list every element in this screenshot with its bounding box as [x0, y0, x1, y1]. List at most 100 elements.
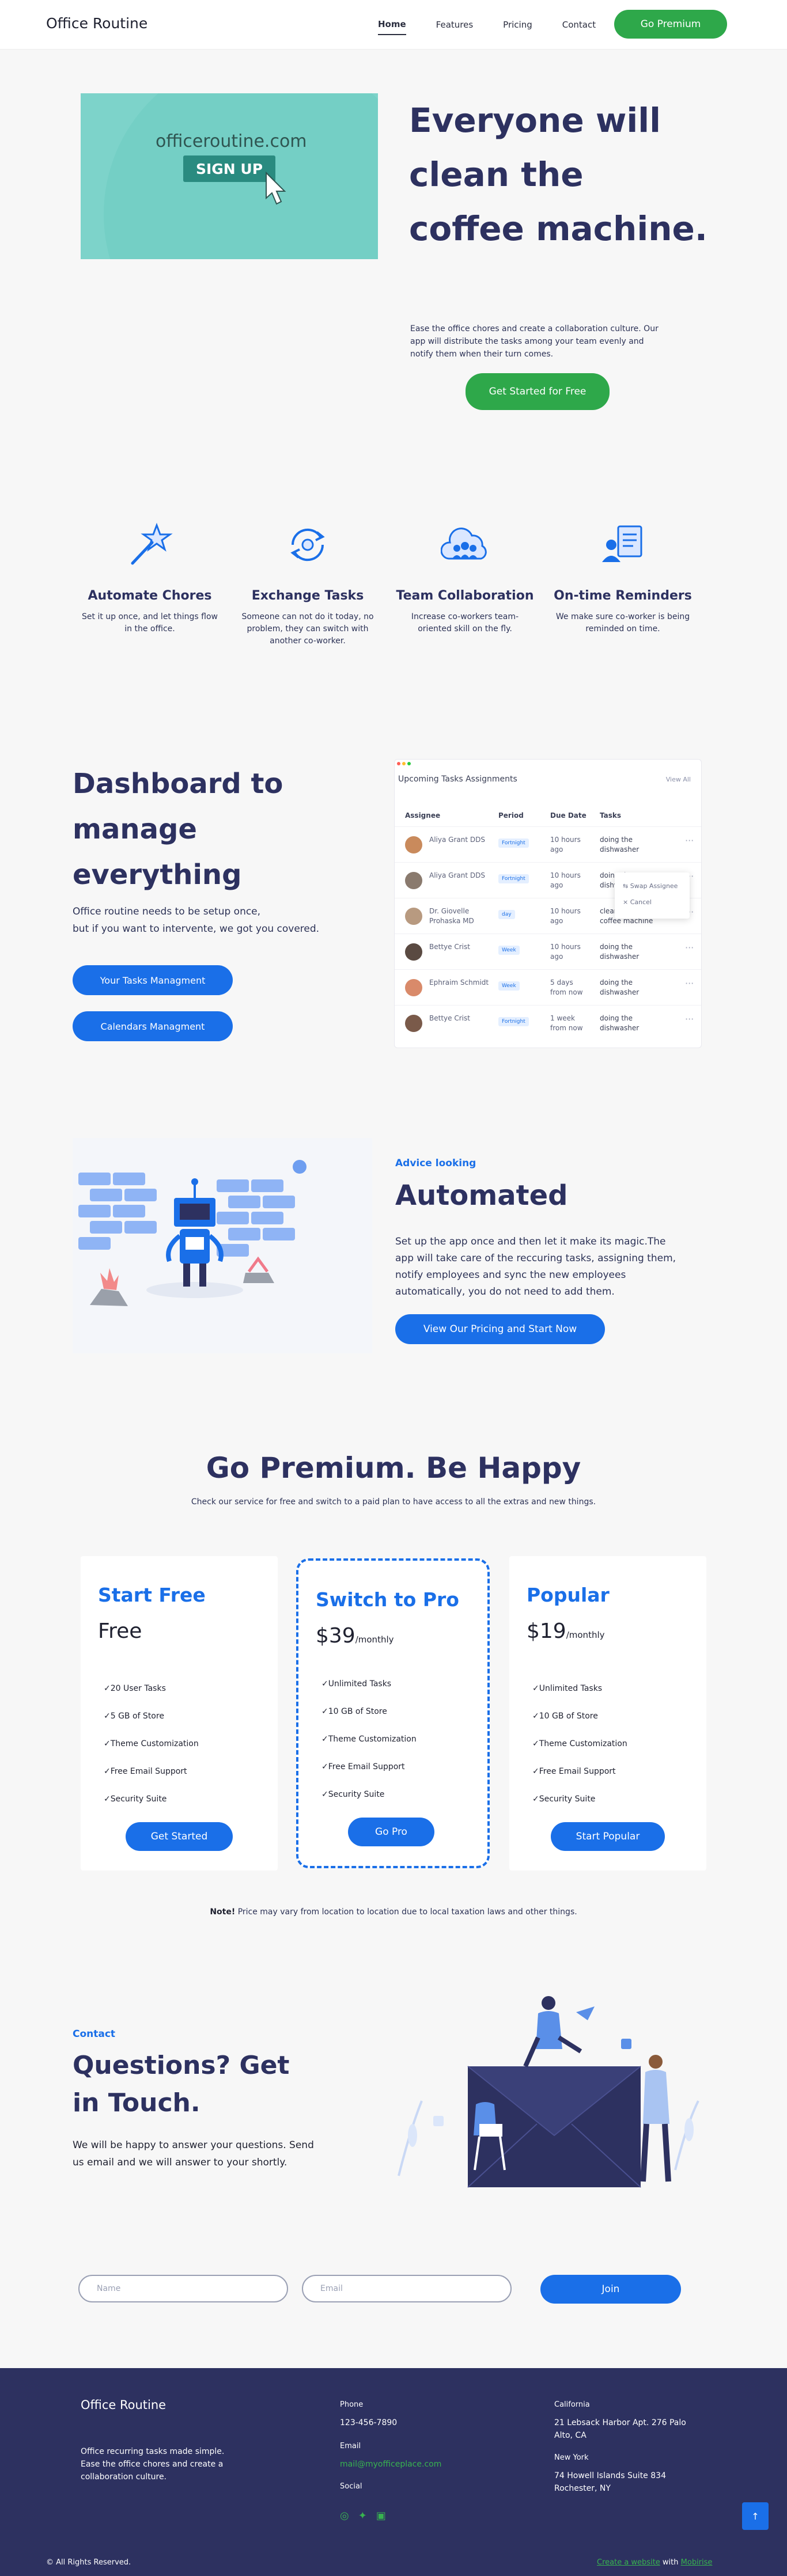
nav-pricing[interactable]: Pricing — [503, 15, 532, 35]
nav-home[interactable]: Home — [378, 14, 406, 35]
nav-contact[interactable]: Contact — [562, 15, 596, 35]
start-popular-button[interactable]: Start Popular — [551, 1822, 665, 1851]
period-badge: Fortnight — [498, 1017, 529, 1026]
logo[interactable]: Office Routine — [46, 15, 147, 32]
scroll-to-top-button[interactable]: ↑ — [742, 2502, 769, 2530]
go-premium-button[interactable]: Go Premium — [614, 10, 727, 39]
feature-exchange-tasks: Exchange Tasks Someone can not do it tod… — [239, 522, 377, 647]
pricing-note-label: Note! — [210, 1907, 236, 1917]
calendars-management-button[interactable]: Calendars Managment — [73, 1011, 233, 1041]
plan-name: Switch to Pro — [316, 1588, 459, 1611]
plan-card-popular: Popular $19/monthly ✓Unlimited Tasks ✓10… — [509, 1556, 706, 1871]
avatar — [405, 1015, 422, 1032]
avatar — [405, 836, 422, 853]
hero-image-url-text: officeroutine.com — [156, 131, 307, 151]
table-row[interactable]: Ephraim Schmidt Week 5 days from now doi… — [395, 969, 701, 1005]
plan-price-amount: $19 — [527, 1619, 566, 1643]
hero-image: officeroutine.com SIGN UP — [81, 93, 378, 259]
feature-title: On-time Reminders — [554, 589, 692, 603]
join-button[interactable]: Join — [540, 2275, 681, 2304]
get-started-free-button[interactable]: Get Started for Free — [466, 373, 610, 410]
email-link[interactable]: mail@myofficeplace.com — [340, 2458, 441, 2471]
nav-features[interactable]: Features — [436, 15, 474, 35]
linkedin-icon[interactable]: ▣ — [376, 2510, 386, 2522]
email-input[interactable]: Email — [302, 2275, 512, 2302]
plan-price: $39/monthly — [316, 1624, 394, 1648]
dashboard-description: Office routine needs to be setup once, b… — [73, 903, 338, 938]
more-icon[interactable]: ··· — [685, 1014, 694, 1025]
robot-illustration — [73, 1138, 372, 1353]
swap-assignee-menu-item[interactable]: ⇆ Swap Assignee — [615, 878, 690, 894]
footer-tagline: Office recurring tasks made simple. Ease… — [81, 2447, 225, 2482]
plan-price-amount: Free — [98, 1619, 142, 1643]
plan-feature: ✓Theme Customization — [532, 1739, 627, 1748]
plan-price-period: /monthly — [566, 1630, 605, 1640]
more-icon[interactable]: ··· — [685, 942, 694, 953]
team-cloud-icon — [441, 528, 487, 560]
task-name: doing the dishwasher — [600, 836, 640, 853]
view-pricing-button[interactable]: View Our Pricing and Start Now — [395, 1314, 605, 1344]
plan-feature: ✓Free Email Support — [532, 1767, 616, 1776]
menu-item-label: Cancel — [630, 898, 652, 906]
feature-text: We make sure co-worker is being reminded… — [555, 612, 690, 633]
plan-feature: ✓10 GB of Store — [321, 1707, 387, 1716]
footer-logo[interactable]: Office Routine — [81, 2398, 166, 2412]
contact-description: We will be happy to answer your question… — [73, 2139, 314, 2168]
due-date: 10 hours ago — [550, 871, 581, 889]
plan-card-free: Start Free Free ✓20 User Tasks ✓5 GB of … — [81, 1556, 278, 1871]
more-icon[interactable]: ··· — [685, 835, 694, 846]
pricing-title: Go Premium. Be Happy — [206, 1451, 581, 1485]
table-row[interactable]: Bettye Crist Week 10 hours ago doing the… — [395, 934, 701, 969]
column-header: Due Date — [550, 811, 587, 820]
site-header: Office Routine Home Features Pricing Con… — [0, 0, 787, 50]
plan-name: Popular — [527, 1584, 610, 1606]
view-all-link[interactable]: View All — [666, 776, 691, 783]
swap-icon: ⇆ — [623, 882, 629, 890]
plan-feature: ✓Unlimited Tasks — [532, 1684, 603, 1693]
feature-automate-chores: Automate Chores Set it up once, and let … — [81, 522, 219, 635]
plan-feature: ✓10 GB of Store — [532, 1712, 598, 1721]
site-credit: Create a website with Mobirise — [597, 2558, 712, 2567]
contact-title: Questions? Get in Touch. — [73, 2051, 290, 2118]
plan-feature: ✓Free Email Support — [104, 1767, 187, 1776]
exchange-icon — [290, 528, 325, 562]
period-badge: Fortnight — [498, 874, 529, 883]
feature-title: Team Collaboration — [396, 589, 534, 603]
task-name: doing the dishwasher — [600, 978, 640, 996]
plan-feature: ✓Security Suite — [104, 1795, 167, 1804]
whatsapp-icon[interactable]: ◎ — [340, 2510, 349, 2522]
more-icon[interactable]: ··· — [685, 978, 694, 989]
go-pro-button[interactable]: Go Pro — [348, 1818, 434, 1846]
column-header: Assignee — [405, 811, 441, 820]
assignee-name: Bettye Crist — [429, 1014, 470, 1022]
feature-text: Someone can not do it today, no problem,… — [241, 612, 374, 646]
magic-wand-icon — [131, 522, 173, 565]
get-started-button[interactable]: Get Started — [126, 1822, 233, 1851]
plan-feature: ✓Theme Customization — [104, 1739, 199, 1748]
feature-reminders: On-time Reminders We make sure co-worker… — [554, 522, 692, 635]
cancel-menu-item[interactable]: × Cancel — [615, 894, 690, 910]
plan-feature: ✓Security Suite — [321, 1790, 385, 1799]
assignee-name: Aliya Grant DDS — [429, 871, 485, 879]
tasks-management-button[interactable]: Your Tasks Managment — [73, 965, 233, 995]
location-address: 21 Lebsack Harbor Apt. 276 Palo Alto, CA — [554, 2418, 686, 2440]
hero-title: Everyone will clean the coffee machine. — [409, 101, 707, 248]
plan-price: Free — [98, 1619, 142, 1643]
table-row[interactable]: Bettye Crist Fortnight 1 week from now d… — [395, 1005, 701, 1041]
location-label: California — [554, 2400, 590, 2409]
page: Office Routine Home Features Pricing Con… — [0, 0, 787, 2576]
assignee-name: Aliya Grant DDS — [429, 836, 485, 844]
robot-illustration-art — [78, 1160, 307, 1306]
table-row[interactable]: Aliya Grant DDS Fortnight 10 hours ago d… — [395, 826, 701, 862]
twitter-icon[interactable]: ✦ — [358, 2510, 367, 2522]
location-address: 74 Howell Islands Suite 834 Rochester, N… — [554, 2471, 666, 2493]
tasks-panel-title: Upcoming Tasks Assignments — [398, 775, 517, 784]
name-input[interactable]: Name — [78, 2275, 288, 2302]
plan-feature: ✓5 GB of Store — [104, 1712, 164, 1721]
due-date: 10 hours ago — [550, 907, 581, 925]
feature-text: Set it up once, and let things flow in t… — [82, 612, 218, 633]
phone-value[interactable]: 123-456-7890 — [340, 2416, 397, 2429]
mobirise-link[interactable]: Mobirise — [681, 2558, 713, 2567]
arrow-up-icon: ↑ — [751, 2510, 759, 2522]
create-website-link[interactable]: Create a website — [597, 2558, 660, 2567]
